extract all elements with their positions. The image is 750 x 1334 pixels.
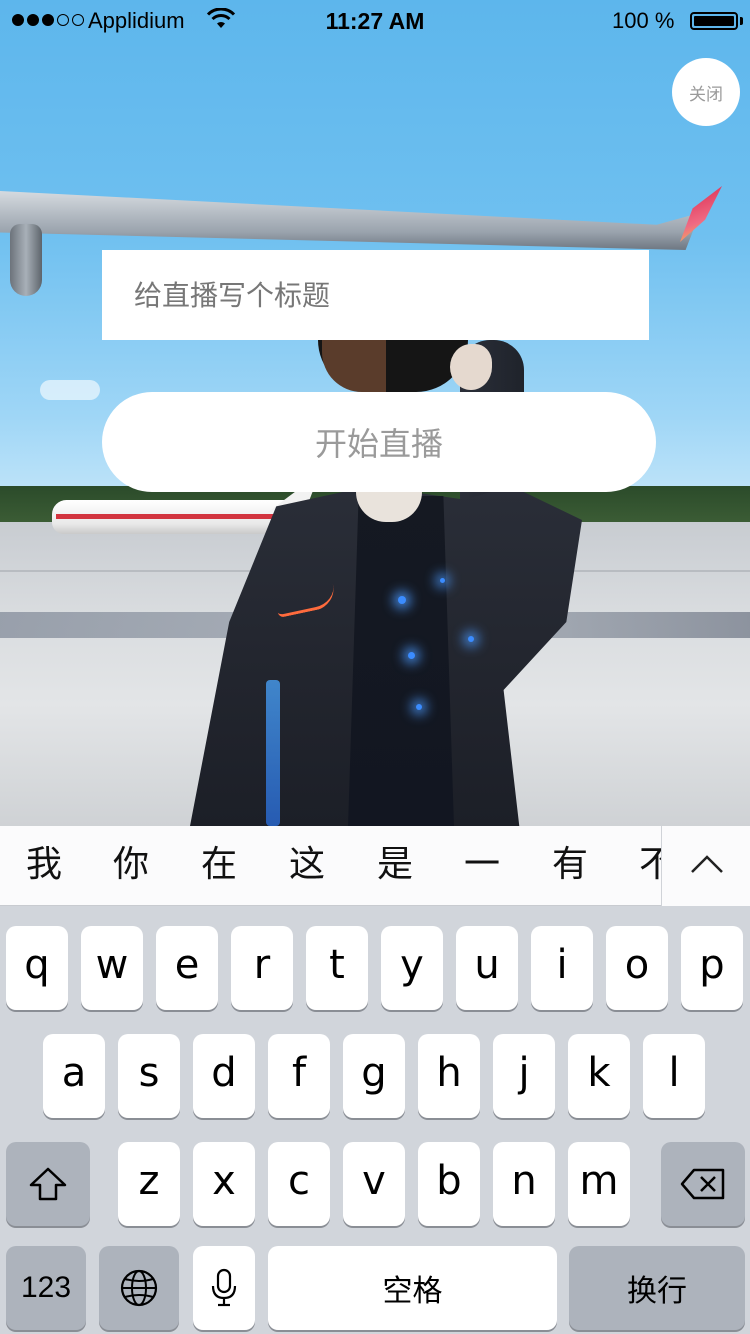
expand-candidates-button[interactable]: [661, 826, 750, 906]
candidate-word[interactable]: 我: [14, 826, 74, 906]
battery-percent: 100 %: [612, 8, 675, 33]
key-l[interactable]: l: [643, 1034, 705, 1118]
key-f[interactable]: f: [268, 1034, 330, 1118]
key-q[interactable]: q: [6, 926, 68, 1010]
led-light: [440, 578, 445, 583]
shift-key[interactable]: [6, 1142, 90, 1226]
candidate-word[interactable]: 有: [540, 826, 600, 906]
key-w[interactable]: w: [81, 926, 143, 1010]
key-h[interactable]: h: [418, 1034, 480, 1118]
return-key[interactable]: 换行: [569, 1246, 745, 1330]
live-title-input[interactable]: [134, 250, 634, 340]
shift-icon: [29, 1167, 67, 1201]
led-light: [398, 596, 406, 604]
status-bar: Applidium 11:27 AM 100 %: [0, 0, 750, 40]
airplane-engine: [10, 224, 42, 296]
key-n[interactable]: n: [493, 1142, 555, 1226]
key-a[interactable]: a: [43, 1034, 105, 1118]
key-t[interactable]: t: [306, 926, 368, 1010]
battery-icon: [690, 12, 738, 30]
key-j[interactable]: j: [493, 1034, 555, 1118]
microphone-key[interactable]: [193, 1246, 255, 1330]
chevron-up-icon: [691, 855, 723, 873]
key-g[interactable]: g: [343, 1034, 405, 1118]
globe-icon: [120, 1269, 158, 1307]
battery-nub: [740, 17, 743, 25]
coat-neon-stripe: [266, 680, 280, 826]
key-v[interactable]: v: [343, 1142, 405, 1226]
key-b[interactable]: b: [418, 1142, 480, 1226]
candidate-word[interactable]: 在: [189, 826, 249, 906]
delete-key[interactable]: [661, 1142, 745, 1226]
key-y[interactable]: y: [381, 926, 443, 1010]
title-input-box: [102, 250, 649, 340]
key-u[interactable]: u: [456, 926, 518, 1010]
candidate-word[interactable]: 这: [277, 826, 337, 906]
key-c[interactable]: c: [268, 1142, 330, 1226]
key-z[interactable]: z: [118, 1142, 180, 1226]
candidate-word[interactable]: 你: [101, 826, 161, 906]
globe-key[interactable]: [99, 1246, 179, 1330]
key-r[interactable]: r: [231, 926, 293, 1010]
person-shirt: [348, 496, 454, 826]
keyboard: q w e r t y u i o p a s d f g h j k l z …: [0, 906, 750, 1334]
key-m[interactable]: m: [568, 1142, 630, 1226]
key-i[interactable]: i: [531, 926, 593, 1010]
cloud: [40, 380, 100, 400]
start-live-button[interactable]: 开始直播: [102, 392, 656, 492]
key-d[interactable]: d: [193, 1034, 255, 1118]
space-key[interactable]: 空格: [268, 1246, 557, 1330]
key-k[interactable]: k: [568, 1034, 630, 1118]
candidate-word[interactable]: 是: [365, 826, 425, 906]
candidate-list: 我 你 在 这 是 一 有 不: [0, 826, 662, 906]
candidate-word[interactable]: 不: [627, 826, 662, 906]
led-light: [408, 652, 415, 659]
candidate-bar: 我 你 在 这 是 一 有 不: [0, 826, 750, 906]
key-p[interactable]: p: [681, 926, 743, 1010]
key-x[interactable]: x: [193, 1142, 255, 1226]
microphone-icon: [211, 1268, 237, 1307]
close-button[interactable]: 关闭: [672, 58, 740, 126]
backspace-icon: [680, 1168, 725, 1200]
led-light: [416, 704, 422, 710]
numbers-key[interactable]: 123: [6, 1246, 86, 1330]
led-light: [468, 636, 474, 642]
key-e[interactable]: e: [156, 926, 218, 1010]
key-s[interactable]: s: [118, 1034, 180, 1118]
key-o[interactable]: o: [606, 926, 668, 1010]
person-hand: [450, 344, 492, 390]
candidate-word[interactable]: 一: [452, 826, 512, 906]
